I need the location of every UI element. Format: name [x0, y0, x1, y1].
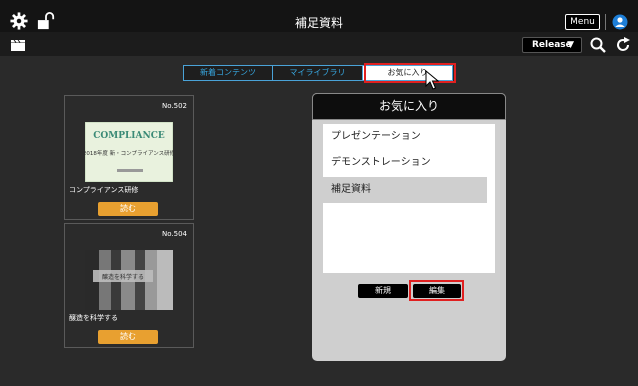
tab-new-content[interactable]: 新着コンテンツ — [183, 65, 273, 81]
refresh-icon[interactable] — [615, 37, 631, 53]
read-button[interactable]: 読む — [98, 330, 158, 344]
favorites-panel: お気に入り プレゼンテーション デモンストレーション 補足資料 新規 編集 — [312, 93, 506, 361]
card-thumbnail[interactable]: COMPLIANCE 2018年度 新・コンプライアンス研修 — [85, 122, 173, 182]
list-item[interactable]: プレゼンテーション — [323, 124, 495, 150]
favorites-panel-title: お気に入り — [312, 93, 506, 120]
release-label: Release — [532, 40, 572, 50]
card-caption: コンプライアンス研修 — [69, 186, 139, 194]
menu-button[interactable]: Menu — [565, 14, 600, 30]
thumbnail-text: 醸造を科学する — [102, 273, 144, 281]
header-divider — [605, 14, 606, 30]
new-button[interactable]: 新規 — [358, 284, 408, 298]
clapperboard-icon[interactable] — [11, 40, 25, 51]
card-thumbnail[interactable]: 醸造を科学する — [85, 250, 173, 310]
release-dropdown[interactable]: Release ▼ — [522, 37, 582, 53]
search-icon[interactable] — [590, 37, 606, 53]
thumbnail-title: COMPLIANCE — [93, 131, 165, 141]
card-number: No.502 — [162, 102, 187, 110]
tab-my-library[interactable]: マイライブラリ — [273, 65, 363, 81]
chevron-down-icon: ▼ — [567, 40, 574, 50]
page-title: 補足資料 — [294, 16, 343, 30]
favorites-list: プレゼンテーション デモンストレーション 補足資料 — [323, 124, 495, 273]
content-card[interactable]: No.502 COMPLIANCE 2018年度 新・コンプライアンス研修 コン… — [64, 95, 194, 220]
list-item[interactable]: デモンストレーション — [323, 150, 495, 176]
user-icon[interactable] — [612, 14, 628, 30]
tab-bar: 新着コンテンツ マイライブラリ お気に入り — [183, 65, 453, 81]
tab-favorites[interactable]: お気に入り — [363, 65, 453, 81]
thumbnail-text: 2018年度 新・コンプライアンス研修 — [85, 149, 173, 157]
card-caption: 醸造を科学する — [69, 314, 118, 322]
read-button[interactable]: 読む — [98, 202, 158, 216]
card-number: No.504 — [162, 230, 187, 238]
edit-button[interactable]: 編集 — [413, 284, 461, 298]
mouse-cursor-icon — [425, 70, 439, 90]
content-card[interactable]: No.504 醸造を科学する 醸造を科学する 読む — [64, 223, 194, 348]
list-item[interactable]: 補足資料 — [323, 177, 487, 203]
